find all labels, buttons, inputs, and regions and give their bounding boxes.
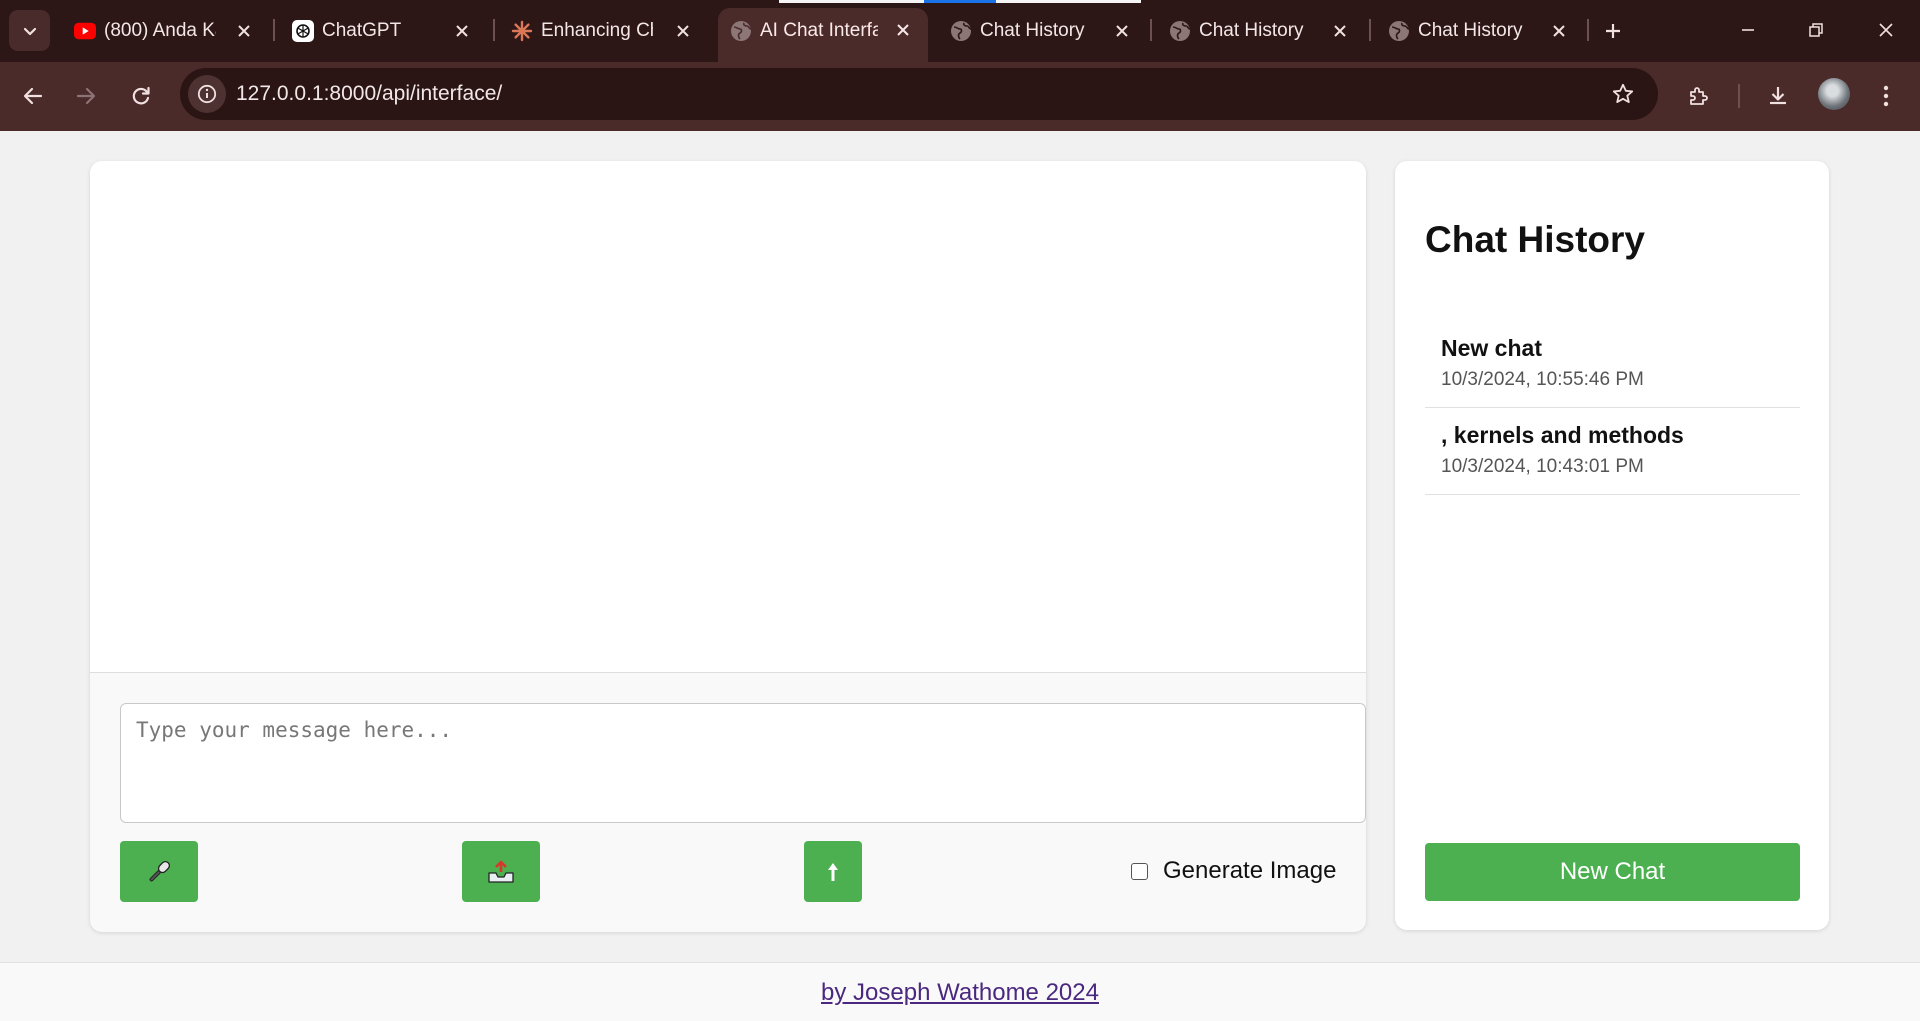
tab-youtube[interactable]: (800) Anda Ka: [62, 8, 268, 54]
browser-toolbar: 127.0.0.1:8000/api/interface/: [0, 62, 1920, 131]
chevron-down-icon: [22, 23, 38, 39]
generate-image-option[interactable]: Generate Image: [1131, 851, 1336, 891]
kebab-menu-icon: [1882, 84, 1890, 108]
history-item-title: , kernels and methods: [1441, 422, 1684, 448]
tab-chat-history[interactable]: Chat History: [1376, 8, 1584, 54]
close-icon[interactable]: [1330, 21, 1350, 41]
close-icon[interactable]: [893, 20, 913, 40]
history-item[interactable]: New chat 10/3/2024, 10:55:46 PM: [1425, 321, 1800, 408]
tab-divider: [1150, 19, 1152, 41]
tab-loading-bar: [924, 0, 996, 3]
forward-button[interactable]: [65, 75, 107, 117]
generate-image-label: Generate Image: [1163, 857, 1337, 884]
close-icon[interactable]: [234, 21, 254, 41]
voice-input-button[interactable]: [120, 841, 198, 902]
author-link[interactable]: by Joseph Wathome 2024: [821, 979, 1099, 1007]
history-title: Chat History: [1425, 219, 1645, 260]
chat-panel: Generate Image: [90, 161, 1366, 932]
tab-title: Chat History: [1199, 20, 1304, 41]
site-info-button[interactable]: [188, 75, 226, 113]
close-icon[interactable]: [1112, 21, 1132, 41]
tab-title: Chat History: [980, 20, 1085, 41]
download-icon: [1766, 84, 1790, 108]
history-list: New chat 10/3/2024, 10:55:46 PM , kernel…: [1425, 321, 1800, 495]
tab-title: Chat History: [1418, 20, 1523, 41]
puzzle-icon: [1687, 84, 1711, 108]
info-icon: [197, 84, 217, 104]
menu-button[interactable]: [1865, 75, 1907, 117]
chat-messages-area[interactable]: [90, 161, 1366, 673]
tab-title: (800) Anda Ka: [104, 20, 216, 41]
restore-icon: [1808, 22, 1824, 38]
new-chat-button[interactable]: New Chat: [1425, 843, 1800, 901]
address-bar[interactable]: 127.0.0.1:8000/api/interface/: [180, 68, 1658, 120]
close-icon[interactable]: [452, 21, 472, 41]
restore-button[interactable]: [1788, 8, 1844, 52]
tab-search-button[interactable]: [9, 10, 50, 51]
claude-icon: [511, 20, 533, 42]
send-button[interactable]: [804, 841, 862, 902]
plus-icon: [1604, 22, 1622, 40]
tab-chat-history[interactable]: Chat History: [938, 8, 1146, 54]
new-tab-button[interactable]: [1596, 14, 1630, 48]
extensions-button[interactable]: [1678, 75, 1720, 117]
chat-history-panel: Chat History New chat 10/3/2024, 10:55:4…: [1395, 161, 1829, 930]
youtube-icon: [74, 20, 96, 42]
arrow-right-icon: [75, 85, 97, 107]
tab-divider: [1369, 19, 1371, 41]
tab-divider: [1587, 19, 1589, 41]
generate-image-checkbox[interactable]: [1131, 862, 1148, 880]
globe-icon: [730, 20, 752, 42]
footer: by Joseph Wathome 2024: [0, 962, 1920, 1021]
profile-avatar[interactable]: [1818, 78, 1850, 110]
star-icon: [1611, 82, 1635, 106]
close-icon: [1878, 22, 1894, 38]
reload-icon: [130, 85, 152, 107]
tab-divider: [273, 19, 275, 41]
back-button[interactable]: [12, 75, 54, 117]
minimize-button[interactable]: [1720, 8, 1776, 52]
reload-button[interactable]: [120, 75, 162, 117]
upload-file-button[interactable]: [462, 841, 540, 902]
history-item-time: 10/3/2024, 10:55:46 PM: [1441, 369, 1644, 390]
url-text[interactable]: 127.0.0.1:8000/api/interface/: [236, 68, 502, 120]
history-item[interactable]: , kernels and methods 10/3/2024, 10:43:0…: [1425, 408, 1800, 495]
tab-ai-chat-interface[interactable]: AI Chat Interfa: [718, 8, 928, 62]
close-icon[interactable]: [1549, 21, 1569, 41]
history-item-time: 10/3/2024, 10:43:01 PM: [1441, 456, 1644, 477]
tab-strip: (800) Anda Ka ChatGPT Enhancing Ch AI Ch…: [0, 0, 1920, 62]
downloads-button[interactable]: [1757, 75, 1799, 117]
globe-icon: [1388, 20, 1410, 42]
tab-chat-history[interactable]: Chat History: [1157, 8, 1365, 54]
bookmark-button[interactable]: [1608, 79, 1638, 109]
minimize-icon: [1740, 22, 1756, 38]
tab-title: ChatGPT: [322, 20, 402, 41]
microphone-icon: [144, 857, 174, 887]
send-arrow-icon: [826, 861, 840, 883]
window-close-button[interactable]: [1858, 8, 1914, 52]
tab-claude[interactable]: Enhancing Ch: [499, 8, 705, 54]
globe-icon: [1169, 20, 1191, 42]
history-item-title: New chat: [1441, 335, 1542, 361]
toolbar-divider: [1738, 84, 1740, 108]
tab-title: Enhancing Ch: [541, 20, 653, 41]
tab-divider: [493, 19, 495, 41]
chatgpt-icon: [292, 20, 314, 42]
message-input[interactable]: [120, 703, 1366, 823]
close-icon[interactable]: [673, 21, 693, 41]
arrow-left-icon: [22, 85, 44, 107]
tab-loading-bar: [779, 0, 924, 3]
tab-loading-bar: [996, 0, 1141, 3]
tab-title: AI Chat Interfa: [760, 20, 878, 41]
upload-icon: [486, 859, 516, 885]
globe-icon: [950, 20, 972, 42]
tab-chatgpt[interactable]: ChatGPT: [280, 8, 485, 54]
